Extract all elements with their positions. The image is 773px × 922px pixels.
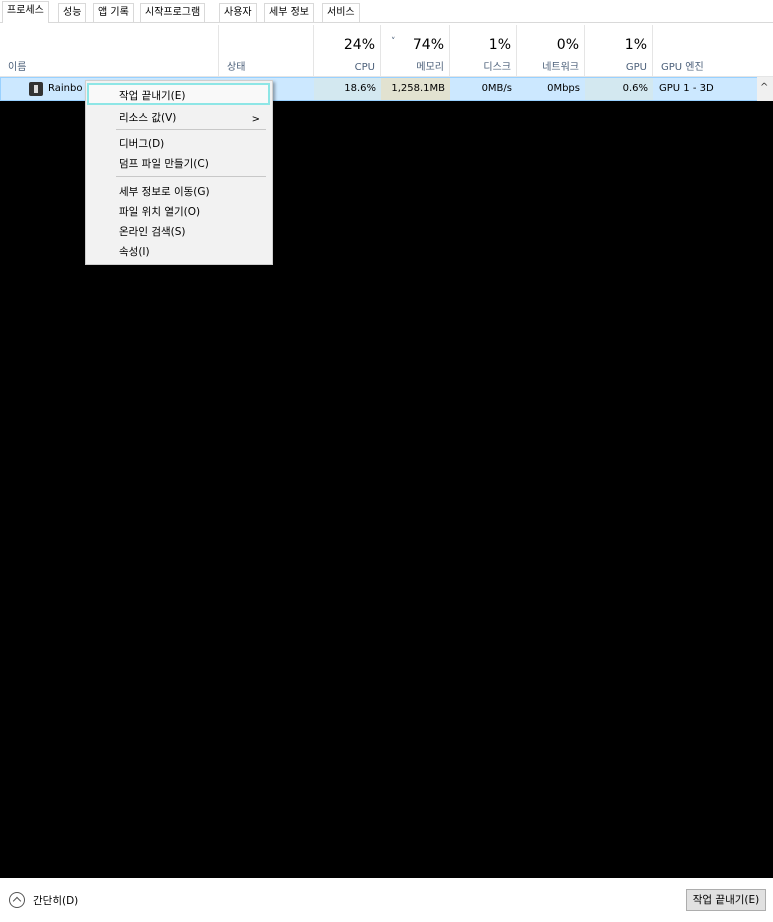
memory-total-percent: 74%	[412, 37, 444, 53]
menu-item-search-online[interactable]: 온라인 검색(S)	[119, 224, 186, 239]
column-cpu[interactable]: 24% CPU	[313, 25, 380, 77]
process-name: Rainbo	[48, 83, 83, 94]
process-cpu: 18.6%	[314, 78, 381, 100]
column-gpu-engine-label: GPU 엔진	[661, 62, 704, 73]
menu-item-go-to-details[interactable]: 세부 정보로 이동(G)	[119, 184, 210, 199]
network-total-percent: 0%	[556, 37, 579, 53]
disk-total-percent: 1%	[488, 37, 511, 53]
menu-item-properties[interactable]: 속성(I)	[119, 244, 150, 259]
column-status-label: 상태	[227, 62, 246, 73]
column-name[interactable]: 이름	[0, 25, 218, 77]
menu-item-resource-values[interactable]: 리소스 값(V)	[119, 110, 176, 125]
app-icon	[29, 82, 43, 96]
end-task-button[interactable]: 작업 끝내기(E)	[686, 889, 766, 911]
column-header: 이름 상태 24% CPU ˅ 74% 메모리 1% 디스크 0% 네트워크 1…	[0, 25, 773, 77]
tab-processes[interactable]: 프로세스	[2, 1, 49, 23]
sort-desc-icon: ˅	[391, 37, 396, 47]
column-status[interactable]: 상태	[218, 25, 313, 77]
column-gpu-label: GPU	[625, 62, 647, 73]
menu-item-debug[interactable]: 디버그(D)	[119, 136, 164, 151]
column-cpu-label: CPU	[354, 62, 375, 73]
tab-services[interactable]: 서비스	[322, 3, 360, 23]
column-network-label: 네트워크	[542, 62, 579, 73]
menu-separator	[116, 129, 266, 130]
process-gpu-engine: GPU 1 - 3D	[659, 83, 714, 94]
scroll-up-button[interactable]: ^	[757, 77, 773, 101]
menu-item-end-task[interactable]: 작업 끝내기(E)	[119, 88, 185, 103]
process-memory: 1,258.1MB	[381, 78, 450, 100]
process-gpu: 0.6%	[585, 78, 653, 100]
process-disk: 0MB/s	[481, 83, 512, 94]
column-name-label: 이름	[8, 62, 27, 73]
column-network[interactable]: 0% 네트워크	[516, 25, 584, 77]
tab-users[interactable]: 사용자	[219, 3, 257, 23]
column-disk[interactable]: 1% 디스크	[449, 25, 516, 77]
submenu-arrow-icon: >	[251, 114, 260, 125]
tab-startup[interactable]: 시작프로그램	[140, 3, 206, 23]
column-disk-label: 디스크	[483, 62, 511, 73]
column-gpu[interactable]: 1% GPU	[584, 25, 652, 77]
column-gpu-engine[interactable]: GPU 엔진	[652, 25, 757, 77]
menu-item-open-file-location[interactable]: 파일 위치 열기(O)	[119, 204, 200, 219]
column-memory-label: 메모리	[416, 62, 444, 73]
column-memory[interactable]: ˅ 74% 메모리	[380, 25, 449, 77]
menu-item-create-dump[interactable]: 덤프 파일 만들기(C)	[119, 156, 209, 171]
chevron-up-circle-icon[interactable]	[9, 892, 25, 908]
chevron-up-icon: ^	[760, 82, 769, 93]
process-network: 0Mbps	[547, 83, 580, 94]
tab-bar: 프로세스 성능 앱 기록 시작프로그램 사용자 세부 정보 서비스	[0, 0, 773, 23]
tab-performance[interactable]: 성능	[58, 3, 87, 23]
menu-separator	[116, 176, 266, 177]
footer: 간단히(D) 작업 끝내기(E)	[0, 878, 773, 922]
context-menu: 작업 끝내기(E) 리소스 값(V) > 디버그(D) 덤프 파일 만들기(C)…	[85, 80, 273, 265]
gpu-total-percent: 1%	[624, 37, 647, 53]
cpu-total-percent: 24%	[343, 37, 375, 53]
fewer-details-link[interactable]: 간단히(D)	[33, 893, 78, 908]
tab-app-history[interactable]: 앱 기록	[93, 3, 134, 23]
tab-details[interactable]: 세부 정보	[264, 3, 314, 23]
